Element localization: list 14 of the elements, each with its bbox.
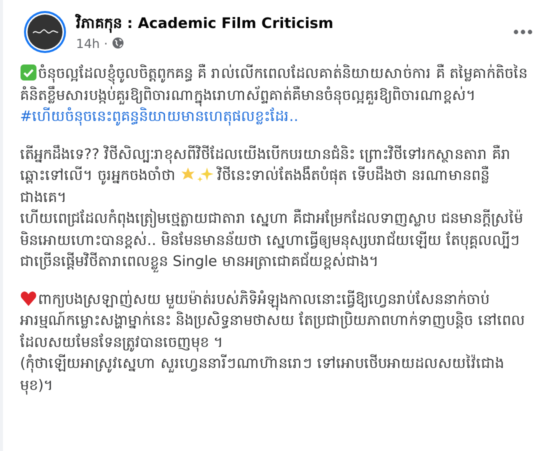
post-paragraph: ពាក្យបងស្រឡាញ់សយ មួយម៉ាត់របស់ភិទិអំឡុងកាលនោះធ្វើឱ្យហ្វេនរាប់សែននាក់ចាប់អារម្មណ៍កម្លោះសង្ហាម្នាក់នេះ និងប្រសិទ្ធនាមថាសយ តែប្រជាប្រិយភាពហាក់ទាញបន្តិច នៅពេលដែលសយមែនទែនត្រូវបានចេញមុខ ។ [20,290,526,354]
post-paragraph: តើអ្នកដឹងទេ?? វិថីសិល្បៈរាខុសពីវិថីដែលយើងបើកបរយានជំនិះ ព្រោះវិថីទៅរកស្ថានតារា គឺរាឆ្ពោះទៅលើ។ ចូរអ្នកចងចាំថា វិថីនេះទាល់តែងងឹតបំផុត ទើបដឹងថា នរណាមានពន្លឺជាងគេ។ [20,144,512,208]
post-paragraph: (កុំថាឡើយអាស្រូវស្នេហា សួរហ្វេននារីៗណាហ៊ានរោៗ ទៅអោបថើបអាយដលសយវ៉ៃជោងមុខ)។ [20,354,505,397]
post-paragraph: ចំនុចល្អដែលខ្ញុំចូលចិត្តពូកគន្ធ គឺ រាល់លើកពេលដែលគាត់និយាយសាច់ការ គឺ តម្លៃគាក់តិចនៃគំនិតខ្លឹមសារបង្កប់គួរឱ្យពិចារណាក្នុងរោហាស័ព្ទគាត់គឺមានចំនុចល្អគួរឱ្យពិចារណាខ្ពស់។ [20,64,533,107]
globe-icon [112,37,124,49]
post-time[interactable]: 14h [76,36,100,50]
author-name[interactable]: វិភាគកុន : Academic Film Criticism [76,14,504,34]
hashtag-link[interactable]: #ហើយចំនុចនេះពូគន្ធនិយាយមានហេតុផលខ្លះដែរ.. [20,107,533,128]
heart-icon [20,290,37,306]
check-icon [20,64,37,81]
more-options-icon[interactable] [513,29,533,35]
avatar[interactable] [23,10,67,54]
separator: · [104,36,108,50]
post-paragraph: ហើយពេជ្រដែលកំពុងត្រៀមថ្មេត្លាយជាតារា ស្នេហា គឺជាអម្រែកដែលទាញស្លាប ជនមានក្តីស្រម៉ៃមិនអោយហោះបានខ្ពស់.. មិនមែនមានន័យថា ស្នេហាធ្វើឲ្យមនុស្សបរាជ័យឡើយ តែបុគ្គលល្បីៗជាច្រើនផ្តើមវិថីតារាពេលខ្លួន Single មានអត្រាជោគជ័យខ្ពស់ជាង។ [20,209,533,274]
